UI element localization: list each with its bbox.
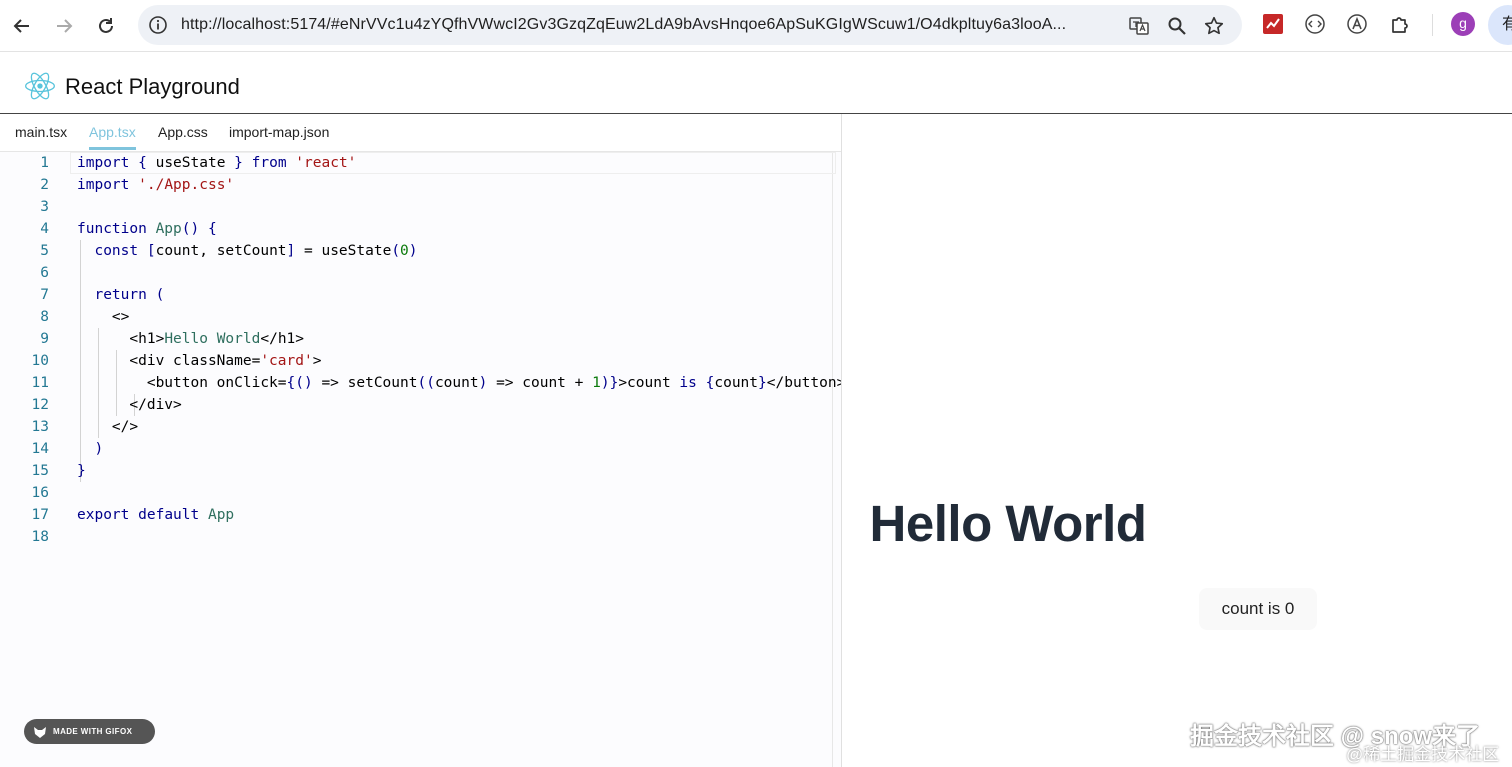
reload-icon bbox=[99, 18, 113, 33]
preview-pane: Hello World count is 0 bbox=[842, 114, 1512, 767]
arrow-right-icon bbox=[57, 19, 73, 33]
code-text[interactable]: ) bbox=[77, 438, 103, 460]
site-info-icon[interactable] bbox=[144, 11, 172, 39]
react-logo-icon bbox=[25, 72, 55, 100]
code-line[interactable]: 5 const [count, setCount] = useState(0) bbox=[0, 240, 834, 262]
line-number: 3 bbox=[40, 199, 49, 215]
tab-import-map-json[interactable]: import-map.json bbox=[229, 124, 329, 149]
line-number: 5 bbox=[40, 243, 49, 259]
editor-pane: main.tsx App.tsx App.css import-map.json… bbox=[0, 114, 841, 767]
code-editor[interactable]: 1 import { useState } from 'react' 2 import… bbox=[0, 152, 841, 767]
gifox-badge: MADE WITH GIFOX bbox=[24, 719, 155, 744]
code-line[interactable]: 9 <h1>Hello World</h1> bbox=[0, 328, 834, 350]
line-number: 8 bbox=[40, 309, 49, 325]
code-line[interactable]: 13 </> bbox=[0, 416, 834, 438]
url-text[interactable]: http://localhost:5174/#eNrVVc1u4zYQfhVWw… bbox=[181, 16, 1081, 34]
app-header: React Playground bbox=[0, 52, 1512, 114]
fox-icon bbox=[34, 726, 46, 738]
line-number: 4 bbox=[40, 221, 49, 237]
back-button[interactable] bbox=[9, 13, 35, 39]
code-text[interactable]: export default App bbox=[77, 504, 234, 526]
file-tabs: main.tsx App.tsx App.css import-map.json bbox=[0, 114, 841, 152]
extension-font-icon[interactable] bbox=[1345, 12, 1369, 36]
code-line[interactable]: 3 bbox=[0, 196, 834, 218]
tab-app-tsx[interactable]: App.tsx bbox=[89, 124, 136, 150]
code-text[interactable]: <button onClick={() => setCount((count) … bbox=[77, 372, 841, 394]
gifox-badge-label: MADE WITH GIFOX bbox=[53, 727, 133, 736]
code-text[interactable]: import { useState } from 'react' bbox=[77, 152, 356, 174]
line-number: 17 bbox=[31, 507, 49, 523]
line-number: 11 bbox=[31, 375, 49, 391]
preview-heading: Hello World bbox=[869, 495, 1147, 552]
code-text[interactable]: <div className='card'> bbox=[77, 350, 321, 372]
bookmark-star-icon[interactable] bbox=[1203, 15, 1225, 37]
code-line[interactable]: 12 </div> bbox=[0, 394, 834, 416]
reload-button[interactable] bbox=[93, 13, 119, 39]
code-line[interactable]: 4 function App() { bbox=[0, 218, 834, 240]
code-line[interactable]: 14 ) bbox=[0, 438, 834, 460]
line-number: 7 bbox=[40, 287, 49, 303]
code-line[interactable]: 7 return ( bbox=[0, 284, 834, 306]
line-number: 10 bbox=[31, 353, 49, 369]
code-text[interactable]: import './App.css' bbox=[77, 174, 234, 196]
profile-chip[interactable]: 有 bbox=[1488, 5, 1512, 45]
arrow-left-icon bbox=[13, 19, 29, 33]
code-line[interactable]: 10 <div className='card'> bbox=[0, 350, 834, 372]
line-number: 2 bbox=[40, 177, 49, 193]
tab-main-tsx[interactable]: main.tsx bbox=[15, 124, 67, 149]
profile-avatar[interactable]: g bbox=[1451, 12, 1475, 36]
code-text[interactable]: return ( bbox=[77, 284, 164, 306]
translate-icon[interactable] bbox=[1128, 15, 1150, 37]
line-number: 1 bbox=[40, 155, 49, 171]
watermark-sub: @稀土掘金技术社区 bbox=[1346, 745, 1500, 764]
extensions-puzzle-icon[interactable] bbox=[1388, 12, 1412, 36]
code-text[interactable]: </> bbox=[77, 416, 138, 438]
code-text[interactable]: const [count, setCount] = useState(0) bbox=[77, 240, 417, 262]
line-number: 15 bbox=[31, 463, 49, 479]
code-text[interactable]: } bbox=[77, 460, 86, 482]
line-number: 13 bbox=[31, 419, 49, 435]
code-line[interactable]: 1 import { useState } from 'react' bbox=[0, 152, 836, 174]
code-text[interactable]: <> bbox=[77, 306, 129, 328]
line-number: 18 bbox=[31, 529, 49, 545]
code-line[interactable]: 11 <button onClick={() => setCount((coun… bbox=[0, 372, 841, 394]
browser-toolbar: http://localhost:5174/#eNrVVc1u4zYQfhVWw… bbox=[0, 0, 1512, 52]
line-number: 9 bbox=[40, 331, 49, 347]
line-number: 16 bbox=[31, 485, 49, 501]
code-line[interactable]: 15} bbox=[0, 460, 834, 482]
code-text[interactable]: function App() { bbox=[77, 218, 217, 240]
code-text[interactable]: <h1>Hello World</h1> bbox=[77, 328, 304, 350]
forward-button[interactable] bbox=[51, 13, 77, 39]
line-number: 14 bbox=[31, 441, 49, 457]
code-text[interactable]: </div> bbox=[77, 394, 181, 416]
extension-red-icon[interactable] bbox=[1261, 12, 1285, 36]
toolbar-separator bbox=[1432, 14, 1433, 36]
count-button[interactable]: count is 0 bbox=[1199, 588, 1317, 630]
line-number: 6 bbox=[40, 265, 49, 281]
zoom-icon[interactable] bbox=[1166, 15, 1188, 37]
line-number: 12 bbox=[31, 397, 49, 413]
code-line[interactable]: 8 <> bbox=[0, 306, 834, 328]
app-title: React Playground bbox=[65, 74, 240, 99]
tab-app-css[interactable]: App.css bbox=[158, 124, 208, 149]
code-line[interactable]: 2 import './App.css' bbox=[0, 174, 834, 196]
extension-code-icon[interactable] bbox=[1303, 12, 1327, 36]
code-line[interactable]: 6 bbox=[0, 262, 834, 284]
address-bar[interactable]: http://localhost:5174/#eNrVVc1u4zYQfhVWw… bbox=[138, 5, 1242, 45]
